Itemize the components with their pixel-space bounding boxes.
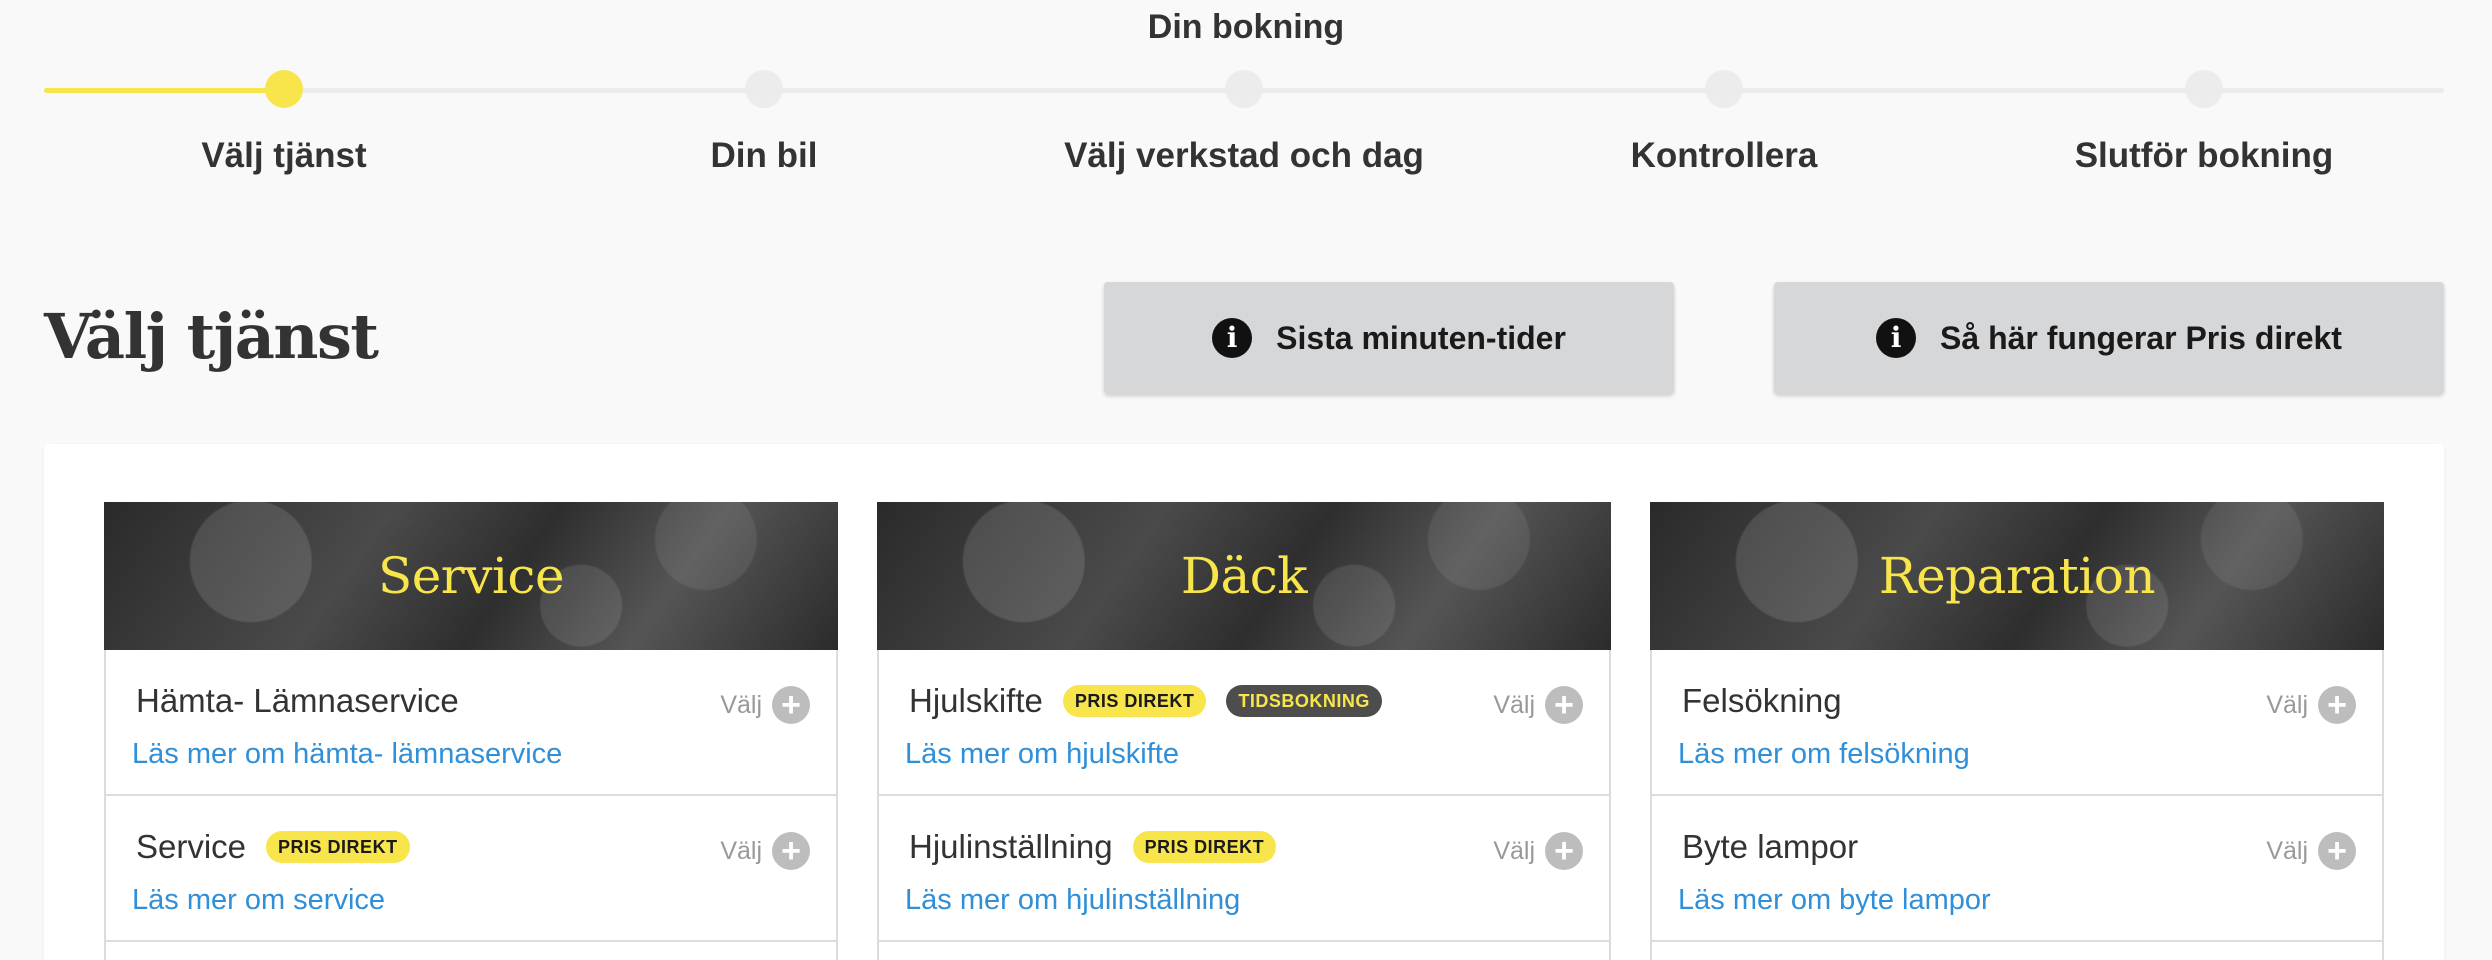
category-title: Reparation (1878, 547, 2156, 605)
service-item: Byte lampor Välj + Läs mer om byte lampo… (1652, 796, 2382, 942)
service-name: Hjulskifte PRIS DIREKT TIDSBOKNING (909, 682, 1382, 720)
select-label: Välj (1493, 836, 1535, 865)
plus-icon: + (772, 832, 810, 870)
pris-direkt-info-button-label: Så här fungerar Pris direkt (1940, 319, 2342, 356)
service-name-text: Byte lampor (1682, 828, 1859, 865)
service-name: Service PRIS DIREKT (136, 828, 410, 866)
select-button[interactable]: Välj + (1493, 686, 1583, 724)
service-name-text: Hämta- Lämnaservice (136, 682, 459, 719)
service-name: Hämta- Lämnaservice (136, 682, 459, 720)
plus-icon: + (1545, 686, 1583, 724)
step-dot (745, 70, 783, 108)
select-label: Välj (720, 836, 762, 865)
pris-direkt-info-button[interactable]: i Så här fungerar Pris direkt (1774, 282, 2444, 394)
category-header: Däck (877, 502, 1611, 650)
step-dot (265, 70, 303, 108)
step-dot (2185, 70, 2223, 108)
select-label: Välj (2266, 690, 2308, 719)
read-more-link[interactable]: Läs mer om hjulskifte (905, 738, 1179, 771)
select-label: Välj (1493, 690, 1535, 719)
select-label: Välj (720, 690, 762, 719)
last-minute-button-label: Sista minuten-tider (1276, 319, 1566, 356)
service-name-text: Hjulskifte (909, 682, 1043, 719)
pris-direkt-badge: PRIS DIREKT (266, 831, 410, 863)
category-reparation: Reparation Felsökning Välj + Läs mer om … (1650, 502, 2384, 960)
read-more-link[interactable]: Läs mer om hämta- lämnaservice (132, 738, 562, 771)
read-more-link[interactable]: Läs mer om felsökning (1678, 738, 1970, 771)
step-dot (1705, 70, 1743, 108)
plus-icon: + (2318, 832, 2356, 870)
select-label: Välj (2266, 836, 2308, 865)
stepper-title: Din bokning (1147, 8, 1345, 46)
category-header: Reparation (1650, 502, 2384, 650)
select-button[interactable]: Välj + (2266, 686, 2356, 724)
tidsbokning-badge: TIDSBOKNING (1226, 685, 1382, 717)
service-item: Hjulinställning PRIS DIREKT Välj + Läs m… (879, 796, 1609, 942)
select-button[interactable]: Välj + (1493, 832, 1583, 870)
read-more-link[interactable]: Läs mer om byte lampor (1678, 884, 1991, 917)
plus-icon: + (2318, 686, 2356, 724)
service-name-text: Service (136, 828, 247, 865)
service-name-text: Hjulinställning (909, 828, 1113, 865)
category-title: Service (377, 547, 565, 605)
category-service: Service Hämta- Lämnaservice Välj + Läs m… (104, 502, 838, 960)
service-name-text: Felsökning (1682, 682, 1842, 719)
last-minute-button[interactable]: i Sista minuten-tider (1104, 282, 1674, 394)
select-button[interactable]: Välj + (2266, 832, 2356, 870)
step-dot (1225, 70, 1263, 108)
service-name: Hjulinställning PRIS DIREKT (909, 828, 1277, 866)
service-name: Byte lampor (1682, 828, 1858, 866)
service-name: Felsökning (1682, 682, 1842, 720)
category-dack: Däck Hjulskifte PRIS DIREKT TIDSBOKNING … (877, 502, 1611, 960)
category-title: Däck (1180, 547, 1308, 605)
pris-direkt-badge: PRIS DIREKT (1132, 831, 1277, 863)
plus-icon: + (772, 686, 810, 724)
service-item: Service PRIS DIREKT Välj + Läs mer om se… (106, 796, 836, 942)
service-item: Felsökning Välj + Läs mer om felsökning (1652, 650, 2382, 796)
info-icon: i (1212, 318, 1253, 358)
select-button[interactable]: Välj + (720, 832, 810, 870)
step-slutfor-bokning[interactable]: Slutför bokning (1904, 70, 2492, 176)
page-title: Välj tjänst (44, 300, 379, 373)
step-label: Slutför bokning (2074, 136, 2334, 175)
category-header: Service (104, 502, 838, 650)
pris-direkt-badge: PRIS DIREKT (1062, 685, 1207, 717)
read-more-link[interactable]: Läs mer om service (132, 884, 385, 917)
read-more-link[interactable]: Läs mer om hjulinställning (905, 884, 1240, 917)
info-icon: i (1876, 318, 1917, 358)
service-item: Hämta- Lämnaservice Välj + Läs mer om hä… (106, 650, 836, 796)
select-button[interactable]: Välj + (720, 686, 810, 724)
plus-icon: + (1545, 832, 1583, 870)
service-item: Hjulskifte PRIS DIREKT TIDSBOKNING Välj … (879, 650, 1609, 796)
